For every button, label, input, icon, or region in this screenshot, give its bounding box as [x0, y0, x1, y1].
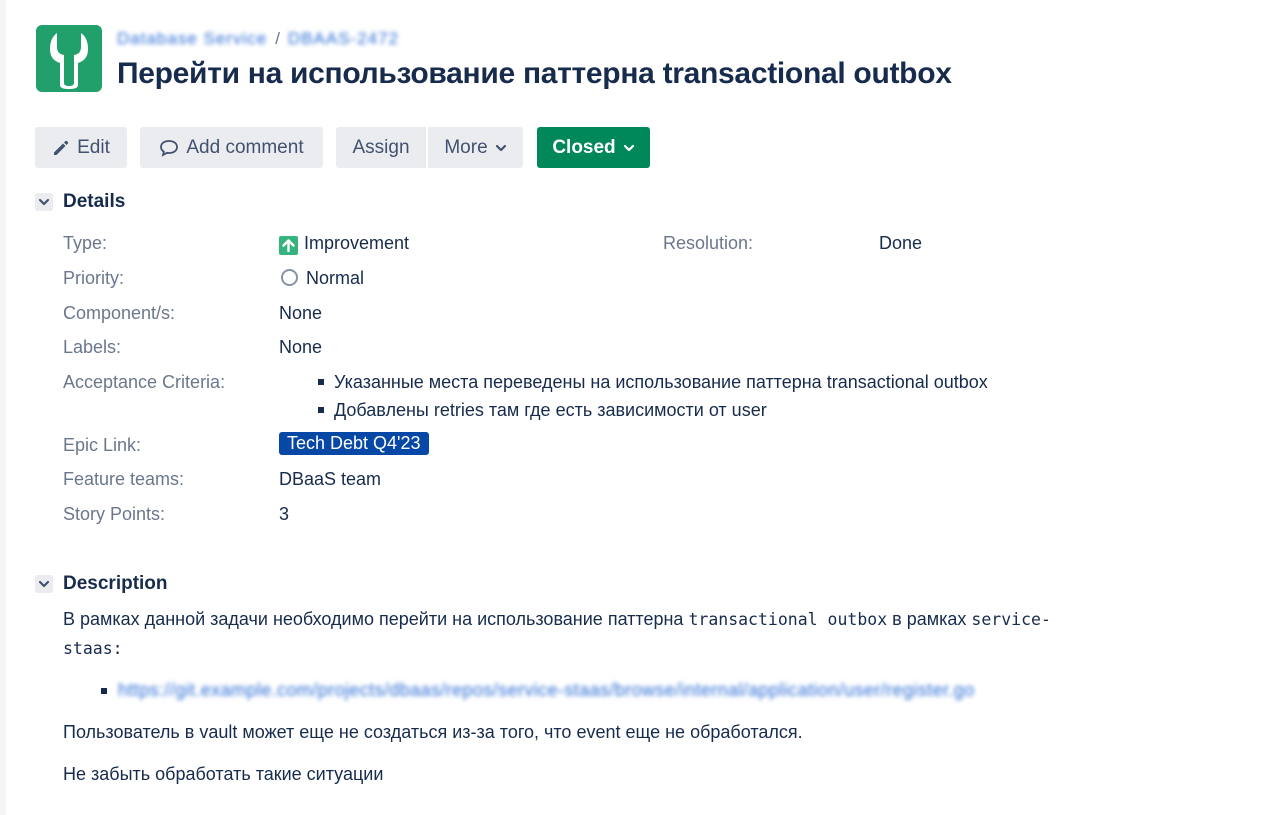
assign-button-label: Assign: [352, 136, 410, 158]
details-section-toggle[interactable]: Details: [35, 191, 125, 213]
type-value: Improvement: [279, 232, 409, 255]
inline-code: transactional outbox: [688, 610, 888, 629]
description-source-link[interactable]: https://git.example.com/projects/dbaas/r…: [118, 680, 975, 701]
add-comment-button[interactable]: Add comment: [140, 127, 323, 168]
improvement-arrow-icon: [279, 236, 298, 255]
description-intro-text: В рамках данной задачи необходимо перейт…: [63, 609, 684, 629]
normal-priority-icon: [281, 269, 298, 286]
edit-button[interactable]: Edit: [35, 127, 127, 168]
left-edge: [0, 0, 6, 815]
breadcrumb-separator: /: [275, 29, 280, 48]
wrench-icon: [50, 33, 88, 89]
list-bullet: [318, 407, 324, 413]
details-heading: Details: [63, 191, 126, 212]
chevron-down-icon: [35, 575, 53, 593]
priority-value-text: Normal: [306, 268, 365, 288]
add-comment-button-label: Add comment: [186, 136, 304, 158]
pencil-icon: [52, 139, 70, 157]
description-intro-line: В рамках данной задачи необходимо перейт…: [63, 609, 1051, 630]
chevron-down-icon: [495, 143, 507, 153]
acceptance-criteria-item: Добавлены retries там где есть зависимос…: [334, 400, 767, 420]
description-paragraph: Не забыть обработать такие ситуации: [63, 764, 384, 784]
epic-link-label: Epic Link:: [63, 435, 142, 455]
acceptance-criteria-label: Acceptance Criteria:: [63, 372, 226, 392]
description-heading: Description: [63, 573, 168, 594]
assign-button[interactable]: Assign: [336, 127, 426, 168]
components-value: None: [279, 303, 323, 323]
type-value-text: Improvement: [304, 233, 410, 253]
labels-value: None: [279, 337, 323, 357]
more-button-label: More: [444, 136, 488, 158]
description-section-toggle[interactable]: Description: [35, 573, 168, 595]
feature-teams-label: Feature teams:: [63, 469, 185, 489]
resolution-value: Done: [879, 233, 923, 253]
breadcrumb-issue-key-link[interactable]: DBAAS-2472: [288, 29, 399, 49]
acceptance-criteria-item: Указанные места переведены на использова…: [334, 372, 988, 392]
status-button-label: Closed: [552, 136, 616, 158]
epic-link-lozenge[interactable]: Tech Debt Q4'23: [279, 432, 429, 455]
inline-code: staas: [63, 639, 113, 658]
intro-colon: :: [112, 639, 123, 658]
breadcrumb-project-link[interactable]: Database Service: [117, 29, 267, 49]
chevron-down-icon: [35, 193, 53, 211]
chevron-down-icon: [623, 143, 635, 153]
comment-icon: [159, 139, 179, 157]
project-avatar[interactable]: [36, 25, 102, 92]
status-closed-button[interactable]: Closed: [537, 127, 650, 168]
list-bullet: [318, 379, 324, 385]
priority-label: Priority:: [63, 268, 125, 288]
description-paragraph: Пользователь в vault может еще не создат…: [63, 722, 803, 742]
labels-label: Labels:: [63, 337, 122, 357]
page-title: Перейти на использование паттерна transa…: [117, 57, 952, 90]
more-button[interactable]: More: [428, 127, 523, 168]
feature-teams-value: DBaaS team: [279, 469, 382, 489]
list-bullet: [101, 688, 107, 694]
inline-code: service-: [971, 610, 1051, 629]
type-label: Type:: [63, 233, 108, 253]
description-intro-mid: в рамках: [892, 609, 967, 629]
resolution-label: Resolution:: [663, 233, 754, 253]
story-points-label: Story Points:: [63, 504, 166, 524]
edit-button-label: Edit: [77, 136, 110, 158]
breadcrumb: Database Service / DBAAS-2472: [117, 28, 399, 50]
components-label: Component/s:: [63, 303, 176, 323]
story-points-value: 3: [279, 504, 290, 524]
priority-value: Normal: [281, 267, 364, 289]
description-intro-line-2: staas:: [63, 638, 123, 659]
